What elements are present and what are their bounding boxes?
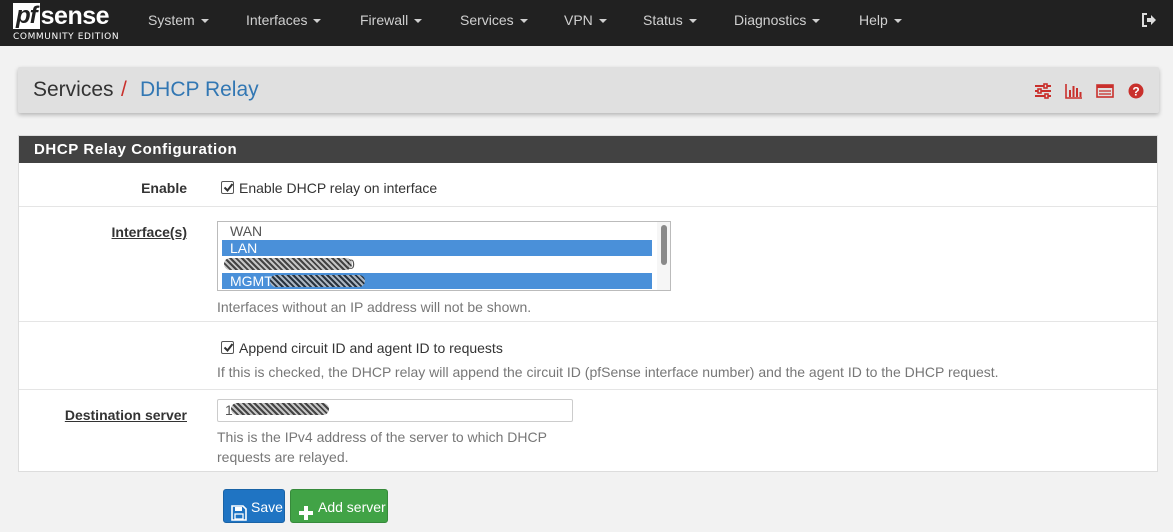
destination-help-line1: This is the IPv4 address of the server t… bbox=[217, 429, 547, 445]
interfaces-row: Interface(s) WAN LAN 0 MGMT Interfaces w… bbox=[19, 207, 1157, 322]
enable-row: Enable Enable DHCP relay on interface bbox=[19, 164, 1157, 207]
caret-down-icon bbox=[414, 19, 423, 23]
caret-down-icon bbox=[519, 19, 528, 23]
nav-help[interactable]: Help bbox=[859, 0, 902, 46]
top-navbar: pf sense COMMUNITY EDITION System Interfa… bbox=[0, 0, 1173, 46]
nav-services[interactable]: Services bbox=[460, 0, 528, 46]
add-server-button-label: Add server bbox=[318, 499, 386, 515]
nav-label: Diagnostics bbox=[734, 12, 807, 28]
enable-checkbox-label[interactable]: Enable DHCP relay on interface bbox=[239, 180, 437, 196]
caret-down-icon bbox=[688, 19, 697, 23]
sign-out-icon[interactable] bbox=[1141, 12, 1157, 28]
help-circle-icon[interactable]: ? bbox=[1127, 83, 1145, 99]
floppy-disk-icon bbox=[231, 499, 247, 521]
destination-help-line2: requests are relayed. bbox=[217, 449, 349, 465]
redaction-scribble bbox=[231, 403, 329, 415]
destination-row: Destination server 1 This is the IPv4 ad… bbox=[19, 390, 1157, 473]
destination-label[interactable]: Destination server bbox=[65, 407, 187, 423]
nav-diagnostics[interactable]: Diagnostics bbox=[734, 0, 821, 46]
nav-status[interactable]: Status bbox=[643, 0, 697, 46]
svg-text:?: ? bbox=[1132, 85, 1139, 99]
caret-down-icon bbox=[313, 19, 322, 23]
scrollbar-thumb[interactable] bbox=[661, 225, 667, 265]
append-checkbox-label[interactable]: Append circuit ID and agent ID to reques… bbox=[239, 340, 503, 356]
log-list-icon[interactable] bbox=[1096, 83, 1114, 99]
interface-option-lan[interactable]: LAN bbox=[222, 240, 652, 256]
interfaces-label[interactable]: Interface(s) bbox=[112, 224, 187, 240]
logo-sense: sense bbox=[40, 2, 110, 30]
nav-label: VPN bbox=[564, 12, 593, 28]
nav-label: Help bbox=[859, 12, 888, 28]
save-button-label: Save bbox=[251, 499, 283, 515]
nav-system[interactable]: System bbox=[148, 0, 209, 46]
caret-down-icon bbox=[812, 19, 821, 23]
interface-option-wan[interactable]: WAN bbox=[222, 223, 652, 239]
nav-label: Services bbox=[460, 12, 514, 28]
nav-label: Status bbox=[643, 12, 683, 28]
caret-down-icon bbox=[598, 19, 607, 23]
nav-vpn[interactable]: VPN bbox=[564, 0, 607, 46]
breadcrumb-icons: ? bbox=[1025, 83, 1145, 99]
redaction-scribble bbox=[270, 275, 365, 287]
nav-firewall[interactable]: Firewall bbox=[360, 0, 423, 46]
panel-title: DHCP Relay Configuration bbox=[19, 136, 1157, 163]
nav-label: System bbox=[148, 12, 195, 28]
bar-chart-icon[interactable] bbox=[1065, 83, 1083, 99]
append-row: Append circuit ID and agent ID to reques… bbox=[19, 322, 1157, 390]
append-checkbox[interactable] bbox=[221, 341, 234, 354]
append-help-text: If this is checked, the DHCP relay will … bbox=[217, 364, 999, 380]
interfaces-help-text: Interfaces without an IP address will no… bbox=[217, 299, 532, 315]
sliders-icon[interactable] bbox=[1034, 83, 1052, 99]
enable-label: Enable bbox=[141, 180, 187, 196]
pfsense-logo[interactable]: pf sense COMMUNITY EDITION bbox=[13, 3, 123, 43]
caret-down-icon bbox=[200, 19, 209, 23]
logo-pf: pf bbox=[13, 3, 40, 29]
caret-down-icon bbox=[893, 19, 902, 23]
add-server-button[interactable]: Add server bbox=[290, 489, 388, 523]
redaction-scribble bbox=[224, 258, 352, 270]
nav-interfaces[interactable]: Interfaces bbox=[246, 0, 322, 46]
plus-icon bbox=[298, 499, 314, 520]
save-button[interactable]: Save bbox=[223, 489, 285, 523]
dhcp-relay-config-panel: DHCP Relay Configuration Enable Enable D… bbox=[18, 135, 1158, 472]
nav-label: Interfaces bbox=[246, 12, 308, 28]
breadcrumb-separator: / bbox=[121, 78, 127, 101]
page-title[interactable]: DHCP Relay bbox=[140, 78, 259, 102]
enable-checkbox[interactable] bbox=[221, 181, 234, 194]
interfaces-multiselect[interactable]: WAN LAN 0 MGMT bbox=[217, 221, 671, 291]
listbox-scrollbar[interactable] bbox=[657, 222, 670, 290]
breadcrumb-root[interactable]: Services bbox=[33, 78, 114, 102]
edition-label: COMMUNITY EDITION bbox=[13, 32, 120, 42]
breadcrumb: Services / DHCP Relay ? bbox=[18, 67, 1159, 113]
nav-label: Firewall bbox=[360, 12, 409, 28]
